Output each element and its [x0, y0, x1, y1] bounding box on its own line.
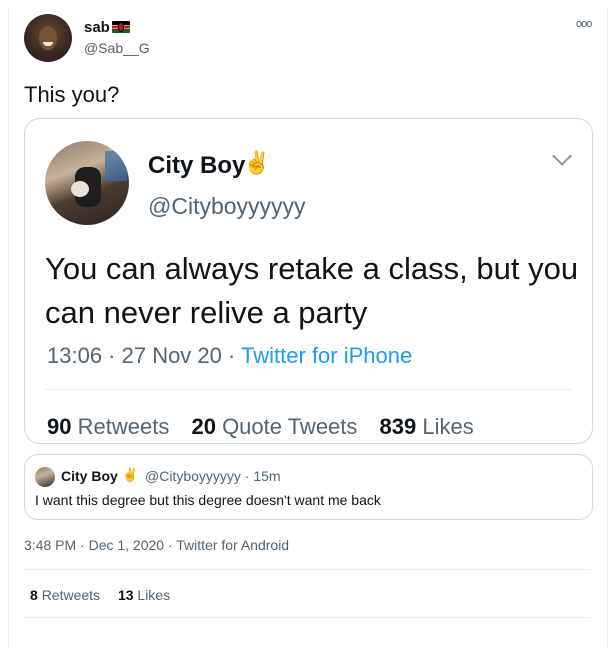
- author-handle[interactable]: @Sab__G: [84, 40, 150, 56]
- screenshot-likes-count: 839: [379, 414, 417, 439]
- screenshot-author-handle: @Cityboyyyyyy: [148, 193, 306, 219]
- tweet-stats: 8 Retweets 13 Likes: [30, 587, 170, 603]
- victory-hand-icon: ✌: [243, 150, 271, 175]
- chevron-down-icon: [552, 146, 572, 166]
- screenshot-source: Twitter for iPhone: [241, 343, 413, 368]
- screenshot-retweets-label: Retweets: [77, 414, 170, 439]
- quoted-author-name: City Boy: [61, 468, 118, 484]
- likes-count: 13: [117, 587, 134, 603]
- screenshot-quote-label: Quote Tweets: [222, 414, 358, 439]
- screenshot-quote-count: 20: [191, 414, 216, 439]
- kenya-flag-icon: [112, 21, 130, 33]
- likes-stat[interactable]: 13 Likes: [118, 587, 170, 603]
- likes-label: Likes: [137, 587, 171, 603]
- quoted-author-avatar: [35, 467, 55, 487]
- author-name[interactable]: sab: [84, 19, 110, 36]
- screenshot-avatar: [45, 141, 129, 225]
- retweets-label: Retweets: [41, 587, 101, 603]
- screenshot-author-name: City Boy: [148, 152, 246, 179]
- quoted-author-handle: @Cityboyyyyyy · 15m: [145, 468, 281, 484]
- ellipsis-icon[interactable]: ooo: [576, 18, 592, 30]
- retweets-count: 8: [30, 587, 38, 603]
- screenshot-tweet-text: You can always retake a class, but you c…: [45, 251, 579, 330]
- screenshot-image[interactable]: City Boy ✌ @Cityboyyyyyy You can always …: [24, 118, 593, 444]
- screenshot-retweets-count: 90: [47, 414, 72, 439]
- screenshot-stats: 90 Retweets 20 Quote Tweets 839 Likes: [47, 414, 474, 440]
- divider: [24, 617, 591, 618]
- tweet-text: This you?: [24, 82, 120, 107]
- screenshot-time: 13:06 · 27 Nov 20 ·: [47, 343, 242, 368]
- retweets-stat[interactable]: 8 Retweets: [30, 587, 100, 603]
- quoted-tweet-text: I want this degree but this degree doesn…: [35, 492, 381, 508]
- victory-hand-icon: ✌: [122, 467, 139, 482]
- screenshot-meta: 13:06 · 27 Nov 20 · Twitter for iPhone: [47, 343, 412, 369]
- quoted-tweet-card[interactable]: City Boy ✌ @Cityboyyyyyy · 15m I want th…: [24, 454, 593, 520]
- divider: [24, 569, 591, 570]
- tweet-timestamp[interactable]: 3:48 PM · Dec 1, 2020 · Twitter for Andr…: [24, 537, 289, 553]
- avatar-face: [39, 26, 57, 50]
- author-avatar[interactable]: [24, 14, 72, 62]
- screenshot-divider: [45, 389, 572, 390]
- screenshot-likes-label: Likes: [422, 414, 474, 439]
